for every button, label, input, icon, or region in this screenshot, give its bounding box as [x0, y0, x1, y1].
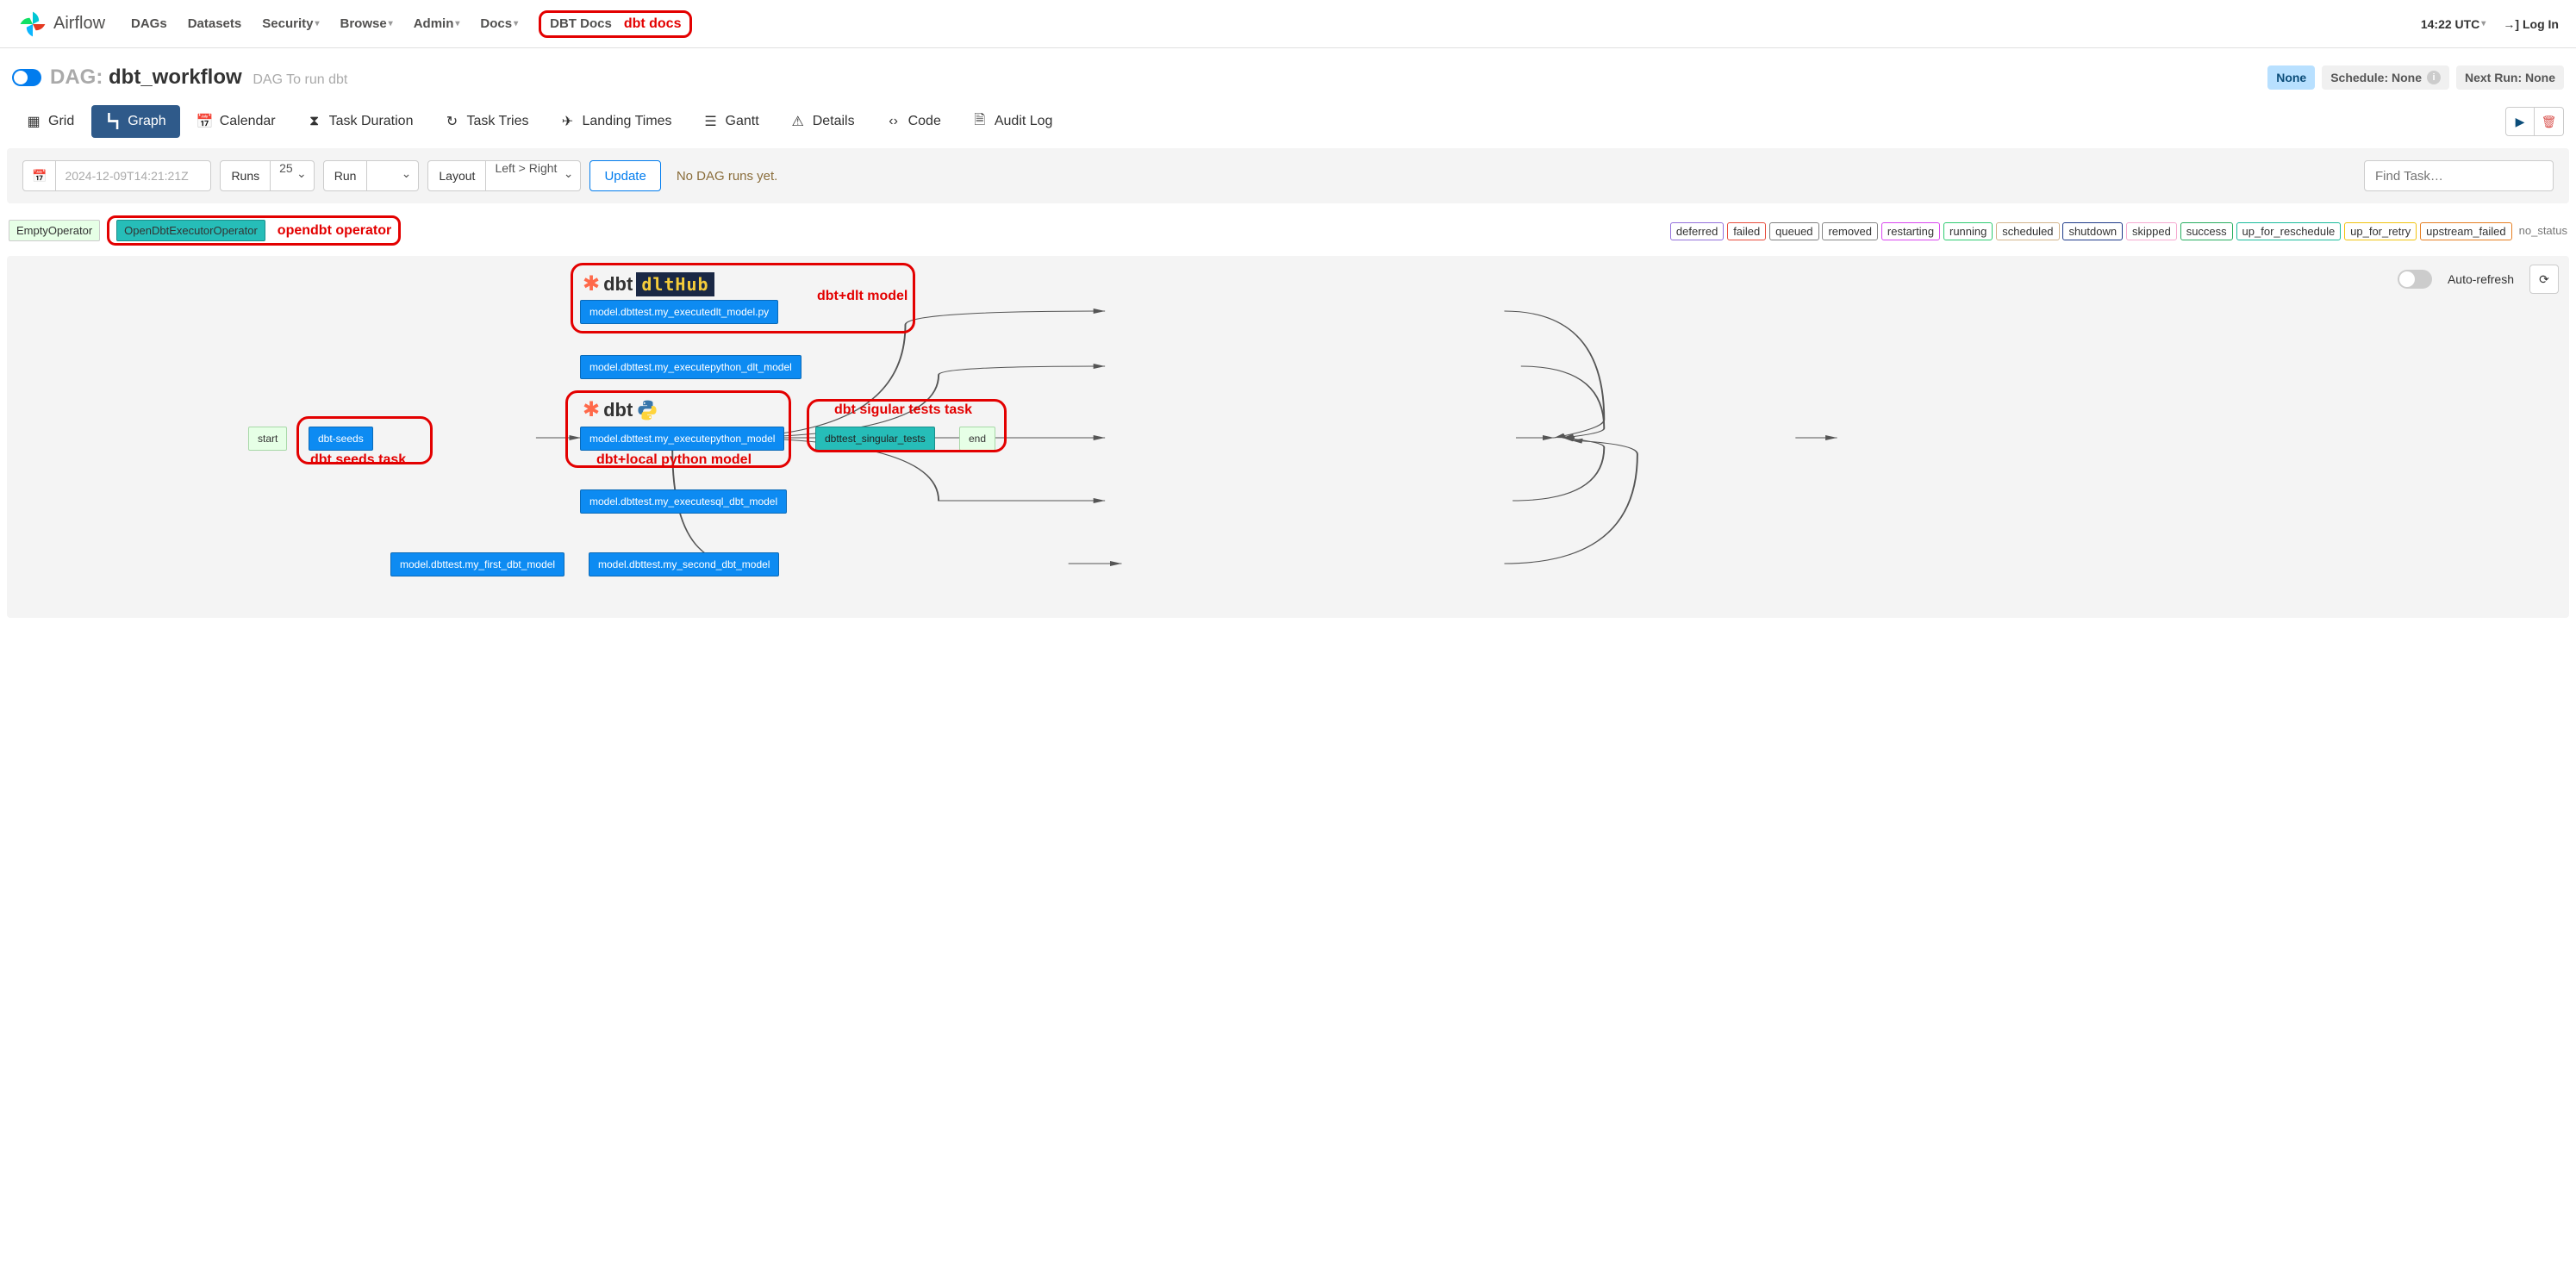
state-queued[interactable]: queued: [1769, 222, 1818, 240]
pill-schedule[interactable]: Schedule: Nonei: [2322, 65, 2449, 90]
tab-details[interactable]: ⚠Details: [777, 105, 869, 138]
dag-toggle[interactable]: [12, 69, 41, 86]
state-restarting[interactable]: restarting: [1881, 222, 1940, 240]
anno-label-seeds: dbt seeds task: [310, 452, 406, 468]
opendbt-annotation-label: opendbt operator: [278, 223, 391, 239]
dag-header: DAG: dbt_workflow DAG To run dbt None Sc…: [0, 48, 2576, 98]
state-deferred[interactable]: deferred: [1670, 222, 1724, 240]
auto-refresh-label: Auto-refresh: [2448, 272, 2514, 286]
tab-grid[interactable]: ▦Grid: [12, 105, 88, 138]
chevron-down-icon: ▾: [315, 19, 319, 28]
tab-task-tries[interactable]: ↻Task Tries: [430, 105, 542, 138]
nav-security[interactable]: Security▾: [262, 16, 319, 31]
chevron-down-icon: ▾: [455, 19, 459, 28]
time-display[interactable]: 14:22 UTC▾: [2421, 17, 2486, 31]
state-failed[interactable]: failed: [1727, 222, 1766, 240]
state-upstream_failed[interactable]: upstream_failed: [2420, 222, 2512, 240]
state-scheduled[interactable]: scheduled: [1996, 222, 2059, 240]
grid-icon: ▦: [26, 114, 41, 129]
tab-code[interactable]: ‹›Code: [872, 105, 955, 138]
legend-row: EmptyOperator OpenDbtExecutorOperator op…: [0, 203, 2576, 252]
node-executesql-dbt-model[interactable]: model.dbttest.my_executesql_dbt_model: [580, 489, 787, 514]
retry-icon: ↻: [444, 114, 459, 129]
anno-label-python-model: dbt+local python model: [596, 452, 752, 468]
state-shutdown[interactable]: shutdown: [2062, 222, 2123, 240]
calendar-icon[interactable]: 📅: [22, 160, 56, 191]
nav-docs[interactable]: Docs▾: [480, 16, 518, 31]
node-executepython-dlt-model[interactable]: model.dbttest.my_executepython_dlt_model: [580, 355, 801, 379]
pill-next-run[interactable]: Next Run: None: [2456, 65, 2564, 90]
runs-label: Runs: [220, 160, 271, 191]
code-icon: ‹›: [886, 114, 901, 129]
update-button[interactable]: Update: [589, 160, 660, 191]
tab-gantt[interactable]: ☰Gantt: [689, 105, 773, 138]
brand-text: Airflow: [53, 14, 105, 34]
hourglass-icon: ⧗: [307, 114, 322, 129]
tab-graph[interactable]: ┗┓Graph: [91, 105, 179, 138]
opendbt-annotation-box: OpenDbtExecutorOperator opendbt operator: [107, 215, 401, 246]
refresh-button[interactable]: ⟳: [2529, 265, 2559, 294]
dag-title: DAG: dbt_workflow DAG To run dbt: [50, 65, 347, 90]
nav-right: 14:22 UTC▾ →] Log In: [2421, 17, 2559, 31]
airflow-logo[interactable]: Airflow: [17, 9, 105, 40]
landing-icon: ✈: [559, 114, 575, 129]
layout-select[interactable]: Left > Right: [486, 160, 581, 191]
nav-links: DAGs Datasets Security▾ Browse▾ Admin▾ D…: [131, 10, 692, 38]
log-icon: 🗎: [972, 114, 988, 129]
warning-icon: ⚠: [790, 114, 806, 129]
runs-select[interactable]: 25: [271, 160, 315, 191]
layout-label: Layout: [427, 160, 486, 191]
operator-empty[interactable]: EmptyOperator: [9, 220, 100, 241]
chevron-down-icon: ▾: [2481, 19, 2486, 28]
state-skipped[interactable]: skipped: [2126, 222, 2177, 240]
run-label: Run: [323, 160, 368, 191]
tab-task-duration[interactable]: ⧗Task Duration: [293, 105, 427, 138]
find-task-input[interactable]: [2364, 160, 2554, 191]
graph-canvas[interactable]: Auto-refresh ⟳ start dbt-seeds model.dbt…: [7, 256, 2569, 618]
airflow-pinwheel-icon: [17, 9, 48, 40]
view-tabs: ▦Grid ┗┓Graph 📅Calendar ⧗Task Duration ↻…: [0, 98, 2576, 145]
calendar-icon: 📅: [197, 114, 213, 129]
gantt-icon: ☰: [703, 114, 719, 129]
dbt-docs-annotation-box: DBT Docs dbt docs: [539, 10, 692, 38]
state-running[interactable]: running: [1943, 222, 1993, 240]
node-start[interactable]: start: [248, 427, 287, 451]
graph-controls-bar: 📅 2024-12-09T14:21:21Z Runs 25 Run Layou…: [7, 148, 2569, 203]
auto-refresh-toggle[interactable]: [2398, 270, 2432, 289]
nav-dags[interactable]: DAGs: [131, 16, 167, 31]
navbar: Airflow DAGs Datasets Security▾ Browse▾ …: [0, 0, 2576, 48]
state-removed[interactable]: removed: [1822, 222, 1878, 240]
trigger-dag-button[interactable]: ▶: [2505, 107, 2535, 136]
run-select[interactable]: [367, 160, 419, 191]
state-success[interactable]: success: [2180, 222, 2233, 240]
dag-pills: None Schedule: Nonei Next Run: None: [2267, 65, 2564, 90]
operator-opendbt[interactable]: OpenDbtExecutorOperator: [116, 220, 265, 241]
state-up_for_retry[interactable]: up_for_retry: [2344, 222, 2417, 240]
login-button[interactable]: →] Log In: [2503, 17, 2559, 31]
nav-dbt-docs[interactable]: DBT Docs: [550, 16, 612, 31]
pill-none[interactable]: None: [2267, 65, 2315, 90]
anno-label-dlt-model: dbt+dlt model: [817, 289, 908, 304]
state-no-status: no_status: [2519, 224, 2567, 237]
dbt-docs-annotation-label: dbt docs: [624, 16, 682, 32]
tab-landing-times[interactable]: ✈Landing Times: [546, 105, 685, 138]
tab-calendar[interactable]: 📅Calendar: [184, 105, 290, 138]
state-up_for_reschedule[interactable]: up_for_reschedule: [2236, 222, 2342, 240]
nav-browse[interactable]: Browse▾: [340, 16, 392, 31]
delete-dag-button[interactable]: 🗑: [2535, 107, 2564, 136]
node-second-dbt-model[interactable]: model.dbttest.my_second_dbt_model: [589, 552, 779, 576]
base-date-input[interactable]: 2024-12-09T14:21:21Z: [56, 160, 211, 191]
anno-label-tests: dbt sigular tests task: [834, 402, 972, 418]
nav-datasets[interactable]: Datasets: [188, 16, 242, 31]
info-icon: i: [2427, 71, 2441, 84]
graph-icon: ┗┓: [105, 114, 121, 129]
tab-audit-log[interactable]: 🗎Audit Log: [958, 105, 1067, 138]
chevron-down-icon: ▾: [514, 19, 518, 28]
node-first-dbt-model[interactable]: model.dbttest.my_first_dbt_model: [390, 552, 564, 576]
no-runs-message: No DAG runs yet.: [677, 169, 778, 184]
login-icon: →]: [2503, 17, 2519, 31]
chevron-down-icon: ▾: [389, 19, 393, 28]
nav-admin[interactable]: Admin▾: [414, 16, 460, 31]
